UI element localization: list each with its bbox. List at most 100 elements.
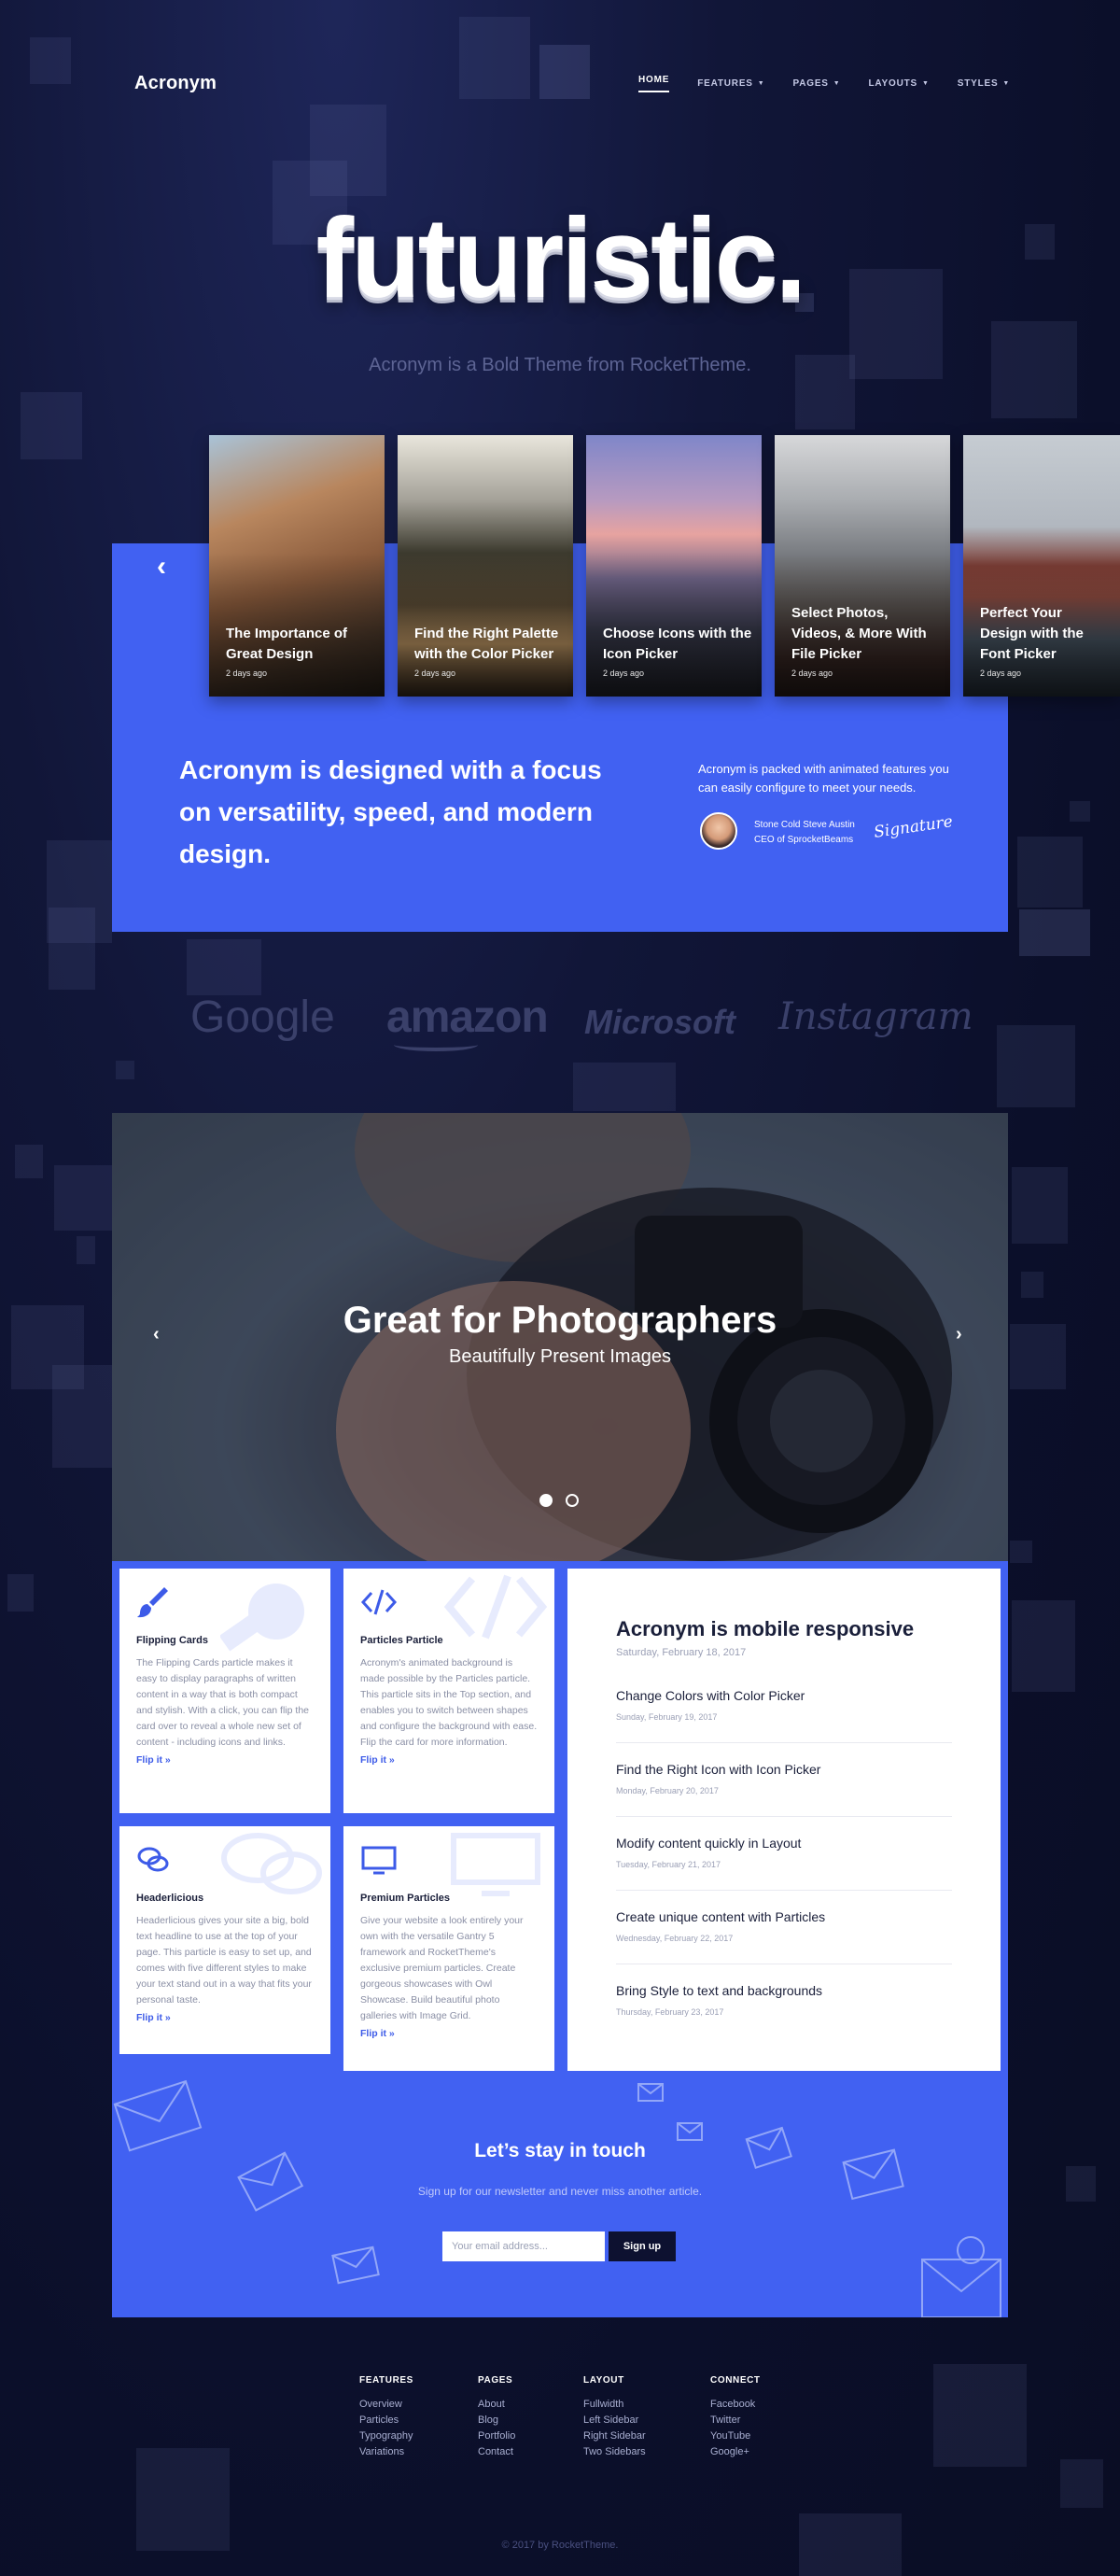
microsoft-logo: Microsoft (584, 1003, 735, 1041)
author-info: Stone Cold Steve Austin CEO of SprocketB… (754, 818, 855, 848)
bg-square (49, 908, 95, 990)
footer-link[interactable]: Blog (478, 2413, 515, 2428)
email-input[interactable] (442, 2231, 605, 2261)
article-card[interactable]: Find the Right Palette with the Color Pi… (398, 435, 573, 697)
feature-card-flipping-cards[interactable]: Flipping Cards The Flipping Cards partic… (119, 1569, 330, 1813)
avatar (700, 812, 737, 850)
nav-pages[interactable]: PAGES ▼ (793, 75, 841, 92)
signup-button[interactable]: Sign up (609, 2231, 676, 2261)
flip-link[interactable]: Flip it » (360, 2028, 538, 2039)
amazon-logo: amazon (386, 992, 549, 1051)
chevron-down-icon: ▼ (921, 80, 930, 87)
flip-link[interactable]: Flip it » (360, 1754, 538, 1766)
news-item-title[interactable]: Create unique content with Particles (616, 1909, 952, 1924)
chat-bubbles-icon (221, 1833, 322, 1894)
news-item[interactable]: Bring Style to text and backgrounds Thur… (616, 1964, 952, 2017)
site-logo[interactable]: Acronym (134, 73, 217, 94)
card-date: 2 days ago (226, 669, 268, 678)
news-item-date: Thursday, February 23, 2017 (616, 2007, 724, 2017)
bg-square (21, 392, 82, 459)
footer-link[interactable]: About (478, 2397, 515, 2413)
card-title: Select Photos, Videos, & More With File … (791, 605, 927, 662)
monitor-icon (451, 1833, 540, 1896)
footer-link[interactable]: Facebook (710, 2397, 761, 2413)
bg-square (116, 1061, 134, 1079)
feature-text: The Flipping Cards particle makes it eas… (136, 1657, 309, 1748)
article-card[interactable]: Perfect Your Design with the Font Picker… (963, 435, 1120, 697)
panel-heading: Acronym is designed with a focus on vers… (179, 755, 602, 868)
footer-link[interactable]: Portfolio (478, 2428, 515, 2444)
nav-home[interactable]: HOME (638, 75, 670, 92)
card-title: Find the Right Palette with the Color Pi… (414, 626, 559, 662)
footer-link[interactable]: Fullwidth (583, 2397, 646, 2413)
author-role: CEO of SprocketBeams (754, 835, 854, 845)
card-date: 2 days ago (414, 669, 456, 678)
footer-link[interactable]: Left Sidebar (583, 2413, 646, 2428)
news-title[interactable]: Acronym is mobile responsive (616, 1617, 952, 1641)
news-item-title[interactable]: Bring Style to text and backgrounds (616, 1983, 952, 1998)
bg-square (54, 1165, 112, 1231)
nav-features-label: FEATURES (697, 78, 753, 89)
panel-text: Acronym is packed with animated features… (698, 762, 949, 795)
chevron-down-icon: ▼ (1002, 80, 1011, 87)
newsletter-title: Let’s stay in touch (474, 2140, 646, 2161)
amazon-smile-icon (394, 1038, 478, 1051)
footer-link[interactable]: Variations (359, 2444, 413, 2460)
chevron-left-icon[interactable]: ‹ (153, 1324, 160, 1345)
bg-square (459, 17, 530, 99)
copyright: © 2017 by RocketTheme. (501, 2540, 619, 2551)
bg-square (52, 1365, 112, 1468)
article-card[interactable]: The Importance of Great Design 2 days ag… (209, 435, 385, 697)
envelope-icon (331, 2245, 380, 2285)
nav-layouts[interactable]: LAYOUTS ▼ (869, 75, 930, 92)
footer-link[interactable]: Two Sidebars (583, 2444, 646, 2460)
photo-slider: Great for Photographers Beautifully Pres… (112, 1113, 1008, 1561)
card-date: 2 days ago (980, 669, 1022, 678)
feature-card-particles[interactable]: Particles Particle Acronym's animated ba… (343, 1569, 554, 1813)
news-item[interactable]: Find the Right Icon with Icon Picker Mon… (616, 1742, 952, 1795)
envelope-icon (921, 2236, 1001, 2317)
card-title: Choose Icons with the Icon Picker (603, 626, 752, 662)
footer-link[interactable]: Contact (478, 2444, 515, 2460)
footer-link[interactable]: Particles (359, 2413, 413, 2428)
card-date: 2 days ago (791, 669, 833, 678)
news-item-title[interactable]: Find the Right Icon with Icon Picker (616, 1762, 952, 1777)
footer-link[interactable]: YouTube (710, 2428, 761, 2444)
slider-dot-1[interactable] (539, 1494, 553, 1507)
flip-link[interactable]: Flip it » (136, 2012, 314, 2023)
news-item[interactable]: Modify content quickly in Layout Tuesday… (616, 1816, 952, 1869)
bg-square (573, 1063, 676, 1111)
google-logo: Google (190, 992, 335, 1042)
amazon-logo-text: amazon (386, 992, 549, 1042)
bg-square (1060, 2459, 1103, 2508)
news-item[interactable]: Change Colors with Color Picker Sunday, … (616, 1681, 952, 1722)
news-panel: Acronym is mobile responsive Saturday, F… (567, 1569, 1001, 2071)
slide-title: Great for Photographers (343, 1300, 777, 1341)
news-item-title[interactable]: Modify content quickly in Layout (616, 1836, 952, 1851)
flip-link[interactable]: Flip it » (136, 1754, 314, 1766)
footer-link[interactable]: Right Sidebar (583, 2428, 646, 2444)
footer-link[interactable]: Overview (359, 2397, 413, 2413)
slider-dot-2[interactable] (566, 1494, 579, 1507)
card-title: Perfect Your Design with the Font Picker (980, 605, 1084, 662)
bg-square (1010, 1541, 1032, 1563)
feature-card-headerlicious[interactable]: Headerlicious Headerlicious gives your s… (119, 1826, 330, 2054)
nav-features[interactable]: FEATURES ▼ (697, 75, 764, 92)
footer-link[interactable]: Google+ (710, 2444, 761, 2460)
chevron-left-icon[interactable]: ‹ (157, 551, 166, 583)
feature-card-premium[interactable]: Premium Particles Give your website a lo… (343, 1826, 554, 2071)
footer-column-layout: LAYOUT Fullwidth Left Sidebar Right Side… (583, 2375, 646, 2460)
article-card[interactable]: Choose Icons with the Icon Picker 2 days… (586, 435, 762, 697)
news-item-title[interactable]: Change Colors with Color Picker (616, 1688, 952, 1703)
instagram-logo: Instagram (778, 995, 973, 1038)
footer-column-pages: PAGES About Blog Portfolio Contact (478, 2375, 515, 2460)
footer-link[interactable]: Twitter (710, 2413, 761, 2428)
slide-subtitle: Beautifully Present Images (449, 1346, 671, 1367)
article-card[interactable]: Select Photos, Videos, & More With File … (775, 435, 950, 697)
news-item[interactable]: Create unique content with Particles Wed… (616, 1890, 952, 1943)
nav-styles[interactable]: STYLES ▼ (958, 75, 1010, 92)
footer-link[interactable]: Typography (359, 2428, 413, 2444)
chevron-right-icon[interactable]: › (956, 1324, 962, 1345)
footer-column-connect: CONNECT Facebook Twitter YouTube Google+ (710, 2375, 761, 2460)
paint-brush-icon (137, 1587, 168, 1618)
